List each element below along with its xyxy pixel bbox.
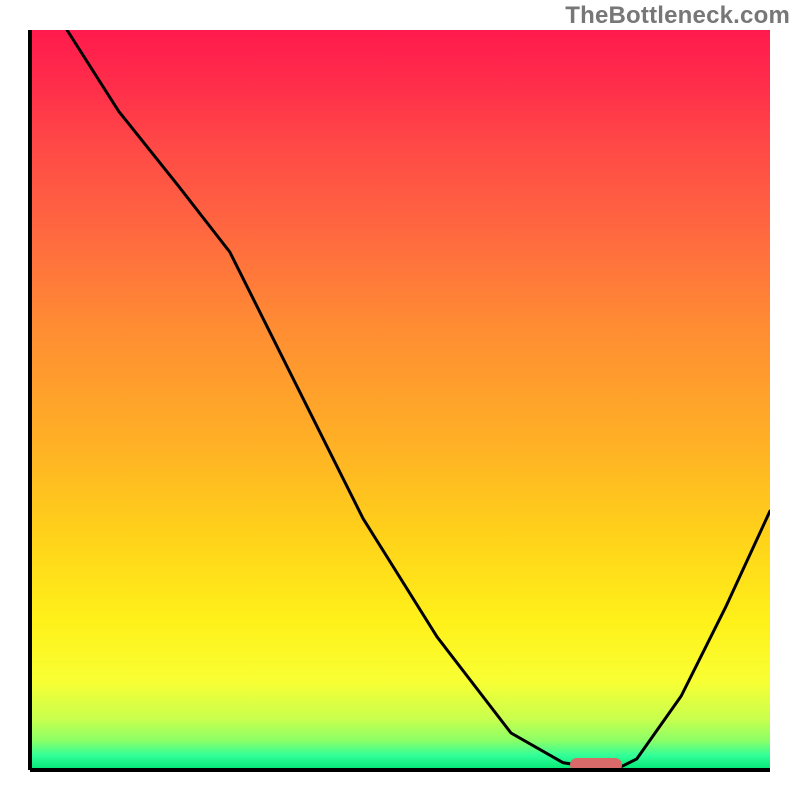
minimum-marker	[570, 758, 622, 772]
plot-background-gradient	[30, 30, 770, 770]
chart-container: TheBottleneck.com	[0, 0, 800, 800]
watermark-text: TheBottleneck.com	[565, 2, 790, 30]
